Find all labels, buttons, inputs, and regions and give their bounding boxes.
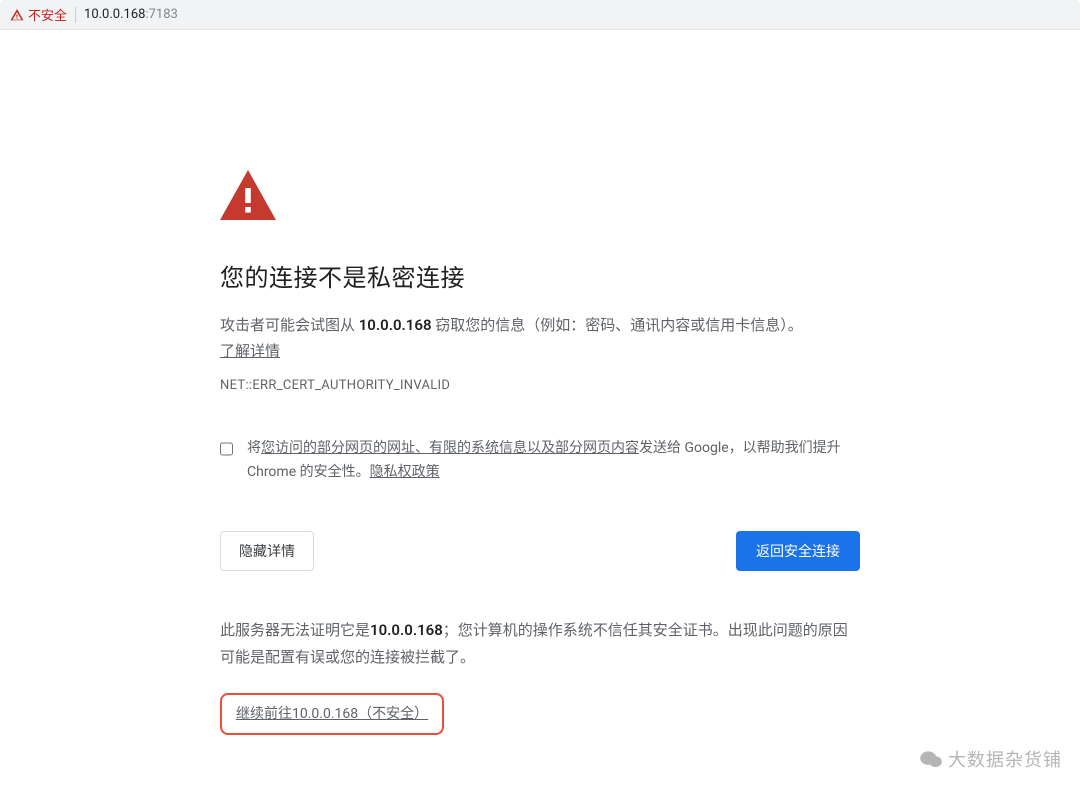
safebrowsing-optin-text: 将您访问的部分网页的网址、有限的系统信息以及部分网页内容发送给 Google，以… (247, 437, 860, 485)
warning-paragraph: 攻击者可能会试图从 10.0.0.168 窃取您的信息（例如：密码、通讯内容或信… (220, 313, 860, 364)
warning-triangle-icon (220, 170, 276, 220)
safebrowsing-optin-checkbox[interactable] (220, 441, 233, 457)
privacy-policy-link[interactable]: 隐私权政策 (370, 464, 440, 480)
learn-more-link[interactable]: 了解详情 (220, 342, 280, 360)
optin-details-link[interactable]: 您访问的部分网页的网址、有限的系统信息以及部分网页内容 (261, 440, 639, 456)
detail-host: 10.0.0.168 (370, 621, 443, 639)
urlbar-divider (75, 7, 76, 23)
back-to-safety-button[interactable]: 返回安全连接 (736, 531, 860, 571)
warning-triangle-icon (10, 8, 24, 22)
wechat-icon (920, 750, 942, 768)
url-host: 10.0.0.168 (84, 7, 145, 22)
ssl-interstitial: 您的连接不是私密连接 攻击者可能会试图从 10.0.0.168 窃取您的信息（例… (220, 170, 860, 735)
warn-text-prefix: 攻击者可能会试图从 (220, 316, 359, 334)
browser-url-bar: 不安全 10.0.0.168:7183 (0, 0, 1080, 30)
detail-paragraph: 此服务器无法证明它是10.0.0.168；您计算机的操作系统不信任其安全证书。出… (220, 617, 860, 671)
watermark-text: 大数据杂货铺 (948, 746, 1062, 772)
warn-host: 10.0.0.168 (359, 316, 432, 334)
optin-prefix: 将 (247, 440, 261, 456)
detail-prefix: 此服务器无法证明它是 (220, 621, 370, 639)
watermark: 大数据杂货铺 (920, 746, 1062, 772)
security-label-text: 不安全 (28, 5, 67, 24)
error-code: NET::ERR_CERT_AUTHORITY_INVALID (220, 378, 860, 393)
url-port: :7183 (145, 7, 177, 22)
safebrowsing-optin-row: 将您访问的部分网页的网址、有限的系统信息以及部分网页内容发送给 Google，以… (220, 437, 860, 485)
hide-details-button[interactable]: 隐藏详情 (220, 531, 314, 571)
page-title: 您的连接不是私密连接 (220, 258, 860, 293)
security-indicator[interactable]: 不安全 (10, 5, 67, 24)
proceed-highlight-box: 继续前往10.0.0.168（不安全） (220, 693, 444, 735)
warn-text-suffix: 窃取您的信息（例如：密码、通讯内容或信用卡信息）。 (432, 316, 803, 334)
proceed-unsafe-link[interactable]: 继续前往10.0.0.168（不安全） (236, 706, 428, 722)
button-row: 隐藏详情 返回安全连接 (220, 531, 860, 571)
url-address[interactable]: 10.0.0.168:7183 (84, 7, 178, 22)
